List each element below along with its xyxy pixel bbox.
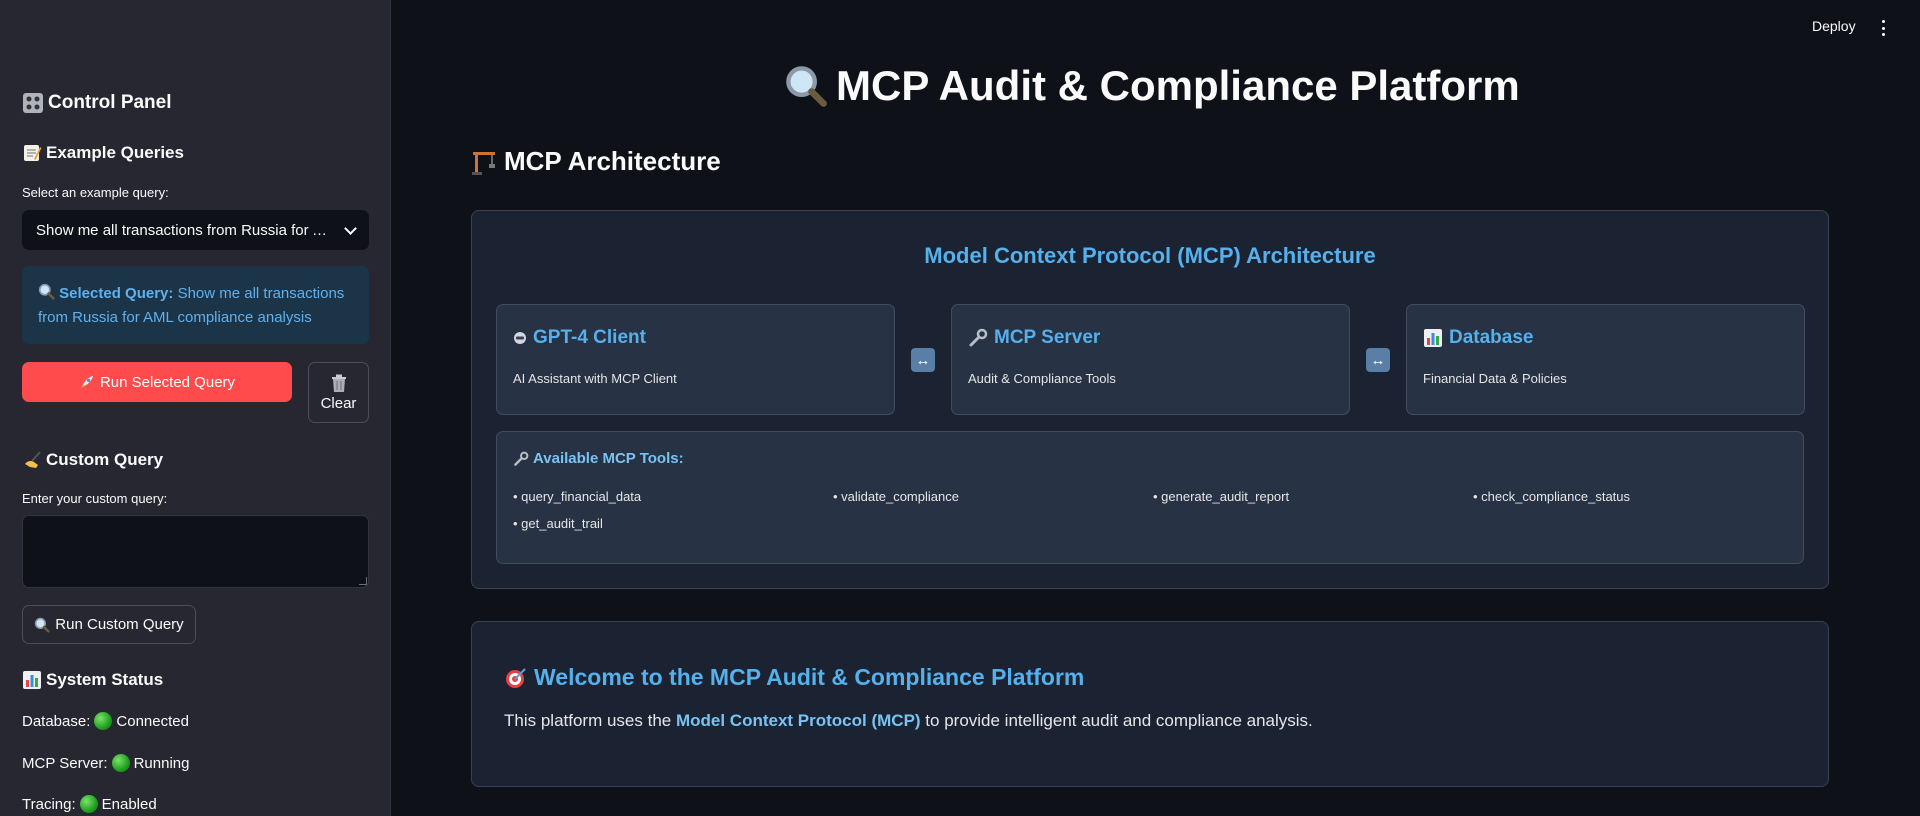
component-card-database: Database Financial Data & Policies [1406, 304, 1805, 415]
memo-icon [22, 143, 42, 163]
system-status-title: System Status [46, 670, 164, 689]
custom-query-label: Enter your custom query: [22, 491, 168, 506]
wrench-icon [968, 328, 988, 348]
tool-item: • check_compliance_status [1473, 489, 1631, 504]
control-knobs-icon [22, 92, 44, 114]
page-title: MCP Audit & Compliance Platform [784, 62, 1520, 110]
clear-button[interactable]: Clear [308, 362, 369, 423]
example-query-select[interactable]: Show me all transactions from Russia for… [22, 210, 369, 250]
magnifier-icon [34, 617, 50, 633]
tool-item: • validate_compliance [833, 489, 959, 504]
system-status-heading: System Status [22, 670, 163, 690]
sidebar: Control Panel Example Queries Select an … [0, 0, 391, 816]
component-card-mcp-server: MCP Server Audit & Compliance Tools [951, 304, 1350, 415]
component-description: Audit & Compliance Tools [968, 371, 1116, 386]
bar-chart-icon [22, 670, 42, 690]
component-title: MCP Server [994, 327, 1101, 348]
robot-icon [513, 331, 527, 345]
status-value: Enabled [101, 795, 157, 813]
writing-hand-icon [22, 450, 42, 470]
available-tools-panel: Available MCP Tools: • query_financial_d… [496, 431, 1804, 564]
component-description: AI Assistant with MCP Client [513, 371, 677, 386]
deploy-button[interactable]: Deploy [1812, 18, 1856, 34]
chevron-down-icon [344, 221, 357, 235]
example-queries-title: Example Queries [46, 143, 184, 162]
welcome-description: This platform uses the Model Context Pro… [504, 711, 1796, 731]
selected-query-info: Selected Query: Show me all transactions… [22, 266, 369, 344]
custom-query-heading: Custom Query [22, 450, 163, 470]
custom-query-input[interactable] [22, 515, 369, 588]
status-label: Tracing: [22, 795, 76, 813]
target-icon [504, 666, 528, 690]
page-title-text: MCP Audit & Compliance Platform [836, 62, 1520, 109]
welcome-panel: Welcome to the MCP Audit & Compliance Pl… [471, 621, 1829, 787]
magnifier-icon [784, 64, 828, 108]
bidirectional-arrow-icon: ↔ [911, 348, 935, 372]
welcome-heading: Welcome to the MCP Audit & Compliance Pl… [504, 664, 1796, 691]
green-circle-icon [94, 712, 113, 730]
custom-query-title: Custom Query [46, 450, 164, 469]
welcome-bold-mcp: Model Context Protocol (MCP) [675, 711, 921, 730]
architecture-section-title: MCP Architecture [470, 146, 721, 177]
bar-chart-icon [1423, 328, 1443, 348]
status-mcp-server: MCP Server: Running [22, 754, 189, 772]
architecture-panel-title: Model Context Protocol (MCP) Architectur… [924, 243, 1376, 268]
tool-item: • query_financial_data [513, 489, 642, 504]
run-selected-query-button[interactable]: Run Selected Query [22, 362, 292, 402]
green-circle-icon [79, 795, 98, 813]
tool-item: • generate_audit_report [1153, 489, 1290, 504]
wrench-icon [513, 451, 529, 467]
magnifier-icon [38, 283, 55, 300]
status-label: MCP Server: [22, 754, 108, 772]
example-queries-heading: Example Queries [22, 143, 184, 163]
control-panel-title: Control Panel [48, 92, 172, 113]
run-custom-query-button[interactable]: Run Custom Query [22, 605, 196, 644]
status-tracing: Tracing: Enabled [22, 795, 157, 813]
status-value: Connected [116, 712, 189, 730]
more-options-icon[interactable] [1882, 20, 1886, 36]
component-title: Database [1449, 327, 1534, 348]
green-circle-icon [111, 754, 130, 772]
tools-title: Available MCP Tools: [533, 450, 684, 467]
select-example-label: Select an example query: [22, 185, 169, 200]
architecture-section-title-text: MCP Architecture [504, 146, 721, 176]
control-panel-heading: Control Panel [22, 92, 172, 114]
status-label: Database: [22, 712, 91, 730]
welcome-title: Welcome to the MCP Audit & Compliance Pl… [534, 664, 1085, 690]
clear-label: Clear [320, 395, 357, 412]
tool-item: • get_audit_trail [513, 516, 603, 531]
tools-list: • query_financial_data • validate_compli… [513, 489, 1787, 531]
welcome-suffix: to provide intelligent audit and complia… [920, 711, 1313, 730]
welcome-prefix: This platform uses the [504, 711, 676, 730]
bidirectional-arrow-icon: ↔ [1366, 348, 1390, 372]
component-card-gpt4-client: GPT-4 Client AI Assistant with MCP Clien… [496, 304, 895, 415]
status-database: Database: Connected [22, 712, 189, 730]
rocket-icon [79, 374, 95, 390]
component-description: Financial Data & Policies [1423, 371, 1567, 386]
trash-icon [330, 373, 348, 393]
component-title: GPT-4 Client [533, 327, 646, 348]
construction-crane-icon [470, 148, 498, 176]
selected-query-label: Selected Query: [59, 285, 178, 302]
run-selected-query-label: Run Selected Query [99, 373, 236, 391]
tools-heading: Available MCP Tools: [513, 450, 1787, 467]
example-query-selected-value: Show me all transactions from Russia for… [36, 221, 336, 239]
architecture-panel: Model Context Protocol (MCP) Architectur… [471, 210, 1829, 589]
status-value: Running [133, 754, 190, 772]
run-custom-query-label: Run Custom Query [55, 616, 184, 633]
